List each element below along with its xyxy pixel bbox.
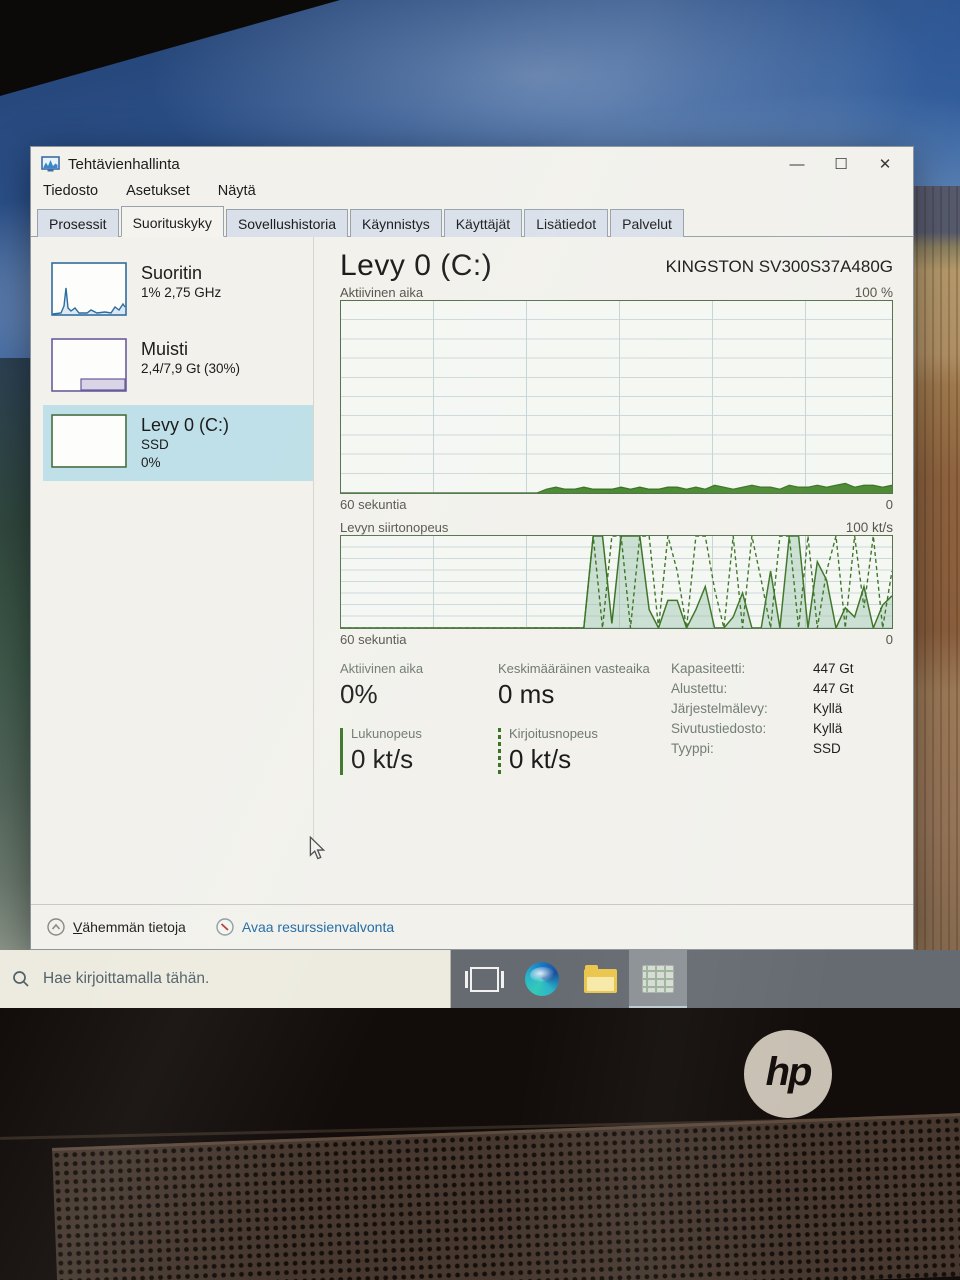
tab-suorituskyky[interactable]: Suorituskyky (120, 206, 224, 237)
tab-kaynnistys[interactable]: Käynnistys (350, 209, 442, 237)
search-input[interactable] (41, 969, 385, 989)
resource-monitor-icon (216, 918, 234, 936)
sidebar-cpu-label: Suoritin (141, 263, 203, 283)
menu-tiedosto[interactable]: Tiedosto (43, 183, 98, 199)
performance-sidebar: Suoritin 1% 2,75 GHz Muisti 2,4/7,9 Gt (… (31, 237, 314, 849)
disk-details-list: Kapasiteetti: 447 Gt Alustettu: 447 Gt Jär… (671, 661, 854, 756)
tab-lisatiedot[interactable]: Lisätiedot (524, 209, 609, 237)
chart2-xleft: 60 sekuntia (340, 632, 407, 647)
hp-logo: hp (744, 1030, 832, 1118)
big-stats: Aktiivinen aika 0% Keskimääräinen vastea… (340, 661, 665, 775)
task-manager-taskbar-button[interactable] (629, 950, 687, 1008)
read-speed-legend-key (340, 728, 343, 775)
edge-icon (525, 962, 559, 996)
task-manager-window: Tehtävienhallinta — ☐ ✕ Tiedosto Asetuks… (30, 146, 914, 950)
sidebar-disk-label: Levy 0 (C:) (141, 415, 230, 435)
sidebar-memory-label: Muisti (141, 339, 189, 359)
edge-browser-button[interactable] (513, 950, 571, 1008)
chart2-max: 100 kt/s (845, 520, 893, 535)
taskbar-search-box[interactable] (0, 950, 451, 1008)
page-title: Levy 0 (C:) (340, 249, 493, 282)
menu-nayta[interactable]: Näytä (218, 183, 256, 199)
sidebar-disk-type: SSD (141, 437, 169, 452)
window-controls: — ☐ ✕ (775, 149, 907, 179)
performance-content: Suoritin 1% 2,75 GHz Muisti 2,4/7,9 Gt (… (31, 237, 913, 849)
chart2-label: Levyn siirtonopeus (340, 520, 449, 535)
title-bar: Tehtävienhallinta — ☐ ✕ (31, 147, 913, 181)
stat-write-speed: Kirjoitusnopeus 0 kt/s (498, 726, 665, 775)
status-bar: Vähemmän tietoja Avaa resurssienvalvonta (31, 904, 913, 949)
write-speed-legend-key (498, 728, 501, 775)
chart1-xright: 0 (885, 497, 893, 512)
task-manager-app-icon (41, 155, 60, 171)
chart1-label: Aktiivinen aika (340, 285, 424, 300)
chevron-up-circle-icon (47, 918, 65, 936)
search-icon (13, 971, 29, 987)
mouse-cursor (309, 836, 326, 860)
windows-taskbar (0, 950, 960, 1008)
sidebar-item-disk0[interactable]: Levy 0 (C:) SSD 0% (43, 405, 313, 481)
speaker-grille (52, 1110, 960, 1280)
sidebar-disk-value: 0% (141, 455, 161, 470)
disk-detail-pane: Levy 0 (C:) KINGSTON SV300S37A480G Aktii… (314, 237, 913, 849)
cpu-mini-chart (51, 262, 127, 316)
fewer-details-button[interactable]: Vähemmän tietoja (47, 918, 186, 936)
sidebar-cpu-value: 1% 2,75 GHz (141, 285, 222, 300)
stat-active-time: Aktiivinen aika 0% (340, 661, 424, 709)
photo-of-laptop-screen: Tehtävienhallinta — ☐ ✕ Tiedosto Asetuks… (0, 0, 960, 1280)
file-explorer-icon (583, 965, 617, 993)
chart1-max: 100 % (854, 285, 893, 300)
tab-strip: Prosessit Suorituskyky Sovellushistoria … (31, 205, 913, 237)
sidebar-memory-value: 2,4/7,9 Gt (30%) (141, 361, 241, 376)
stat-avg-response: Keskimääräinen vasteaika 0 ms (498, 661, 650, 709)
wallpaper-hills (0, 358, 30, 952)
laptop-body: hp (0, 1008, 960, 1280)
file-explorer-button[interactable] (571, 950, 629, 1008)
window-title: Tehtävienhallinta (68, 155, 180, 173)
tab-kayttajat[interactable]: Käyttäjät (443, 209, 523, 237)
task-view-button[interactable] (455, 950, 513, 1008)
close-button[interactable]: ✕ (863, 149, 907, 179)
active-time-chart (340, 300, 893, 494)
menu-asetukset[interactable]: Asetukset (126, 183, 190, 199)
tab-sovellushistoria[interactable]: Sovellushistoria (225, 209, 348, 237)
maximize-button[interactable]: ☐ (819, 149, 863, 179)
tab-prosessit[interactable]: Prosessit (37, 209, 119, 237)
chart2-xright: 0 (885, 632, 893, 647)
menu-bar: Tiedosto Asetukset Näytä (31, 181, 913, 205)
task-manager-icon (642, 965, 674, 993)
sidebar-item-cpu[interactable]: Suoritin 1% 2,75 GHz (43, 253, 313, 325)
minimize-button[interactable]: — (775, 149, 819, 179)
taskbar-icon-area (451, 950, 960, 1008)
sidebar-item-memory[interactable]: Muisti 2,4/7,9 Gt (30%) (43, 329, 313, 401)
transfer-rate-chart (340, 535, 893, 629)
stat-read-speed: Lukunopeus 0 kt/s (340, 726, 498, 775)
tab-palvelut[interactable]: Palvelut (610, 209, 684, 237)
open-resource-monitor-link[interactable]: Avaa resurssienvalvonta (216, 918, 394, 936)
disk-mini-chart (51, 414, 127, 468)
device-name: KINGSTON SV300S37A480G (665, 257, 893, 276)
chart1-xleft: 60 sekuntia (340, 497, 407, 512)
memory-mini-chart (51, 338, 127, 392)
wallpaper-canyon (910, 186, 960, 952)
task-view-icon (464, 966, 504, 992)
